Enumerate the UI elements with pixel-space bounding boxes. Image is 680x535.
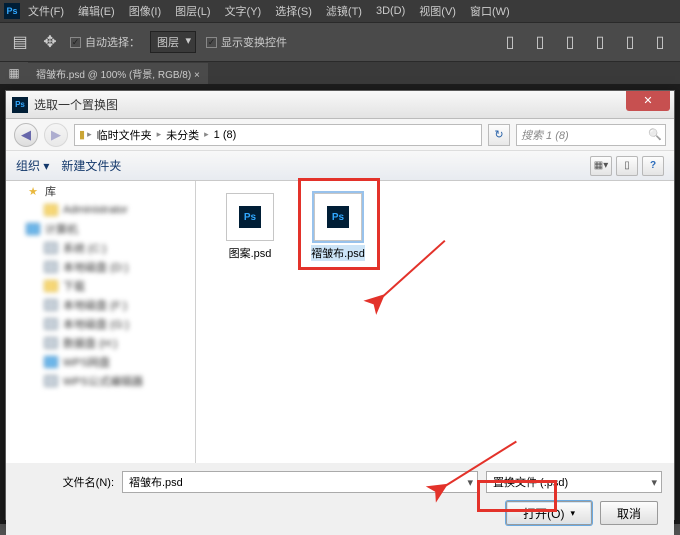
distribute-icon[interactable]: ▯ (650, 32, 670, 52)
drive-icon (44, 318, 58, 330)
psd-icon: Ps (327, 206, 349, 228)
drive-icon (44, 261, 58, 273)
chevron-right-icon: ▸ (87, 129, 92, 140)
dialog-main: ★库 Administrator 计算机 系统 (C:) 本地磁盘 (D:) 下… (6, 181, 674, 463)
cloud-icon (44, 356, 58, 368)
menu-select[interactable]: 选择(S) (269, 3, 318, 19)
new-folder-button[interactable]: 新建文件夹 (61, 157, 121, 174)
menu-3d[interactable]: 3D(D) (370, 5, 411, 17)
document-tab[interactable]: 褶皱布.psd @ 100% (背景, RGB/8) × (28, 63, 208, 84)
dialog-title: 选取一个置换图 (34, 96, 626, 113)
sidebar: ★库 Administrator 计算机 系统 (C:) 本地磁盘 (D:) 下… (6, 181, 196, 463)
filetype-select[interactable]: 置换文件 (.psd) (486, 471, 662, 493)
align-icon[interactable]: ▯ (560, 32, 580, 52)
menu-filter[interactable]: 滤镜(T) (320, 3, 368, 19)
dialog-titlebar: Ps 选取一个置换图 ✕ (6, 91, 674, 119)
file-thumb: Ps (226, 193, 274, 241)
tab-title: 褶皱布.psd @ 100% (背景, RGB/8) × (36, 66, 200, 81)
dialog-footer: 文件名(N): 褶皱布.psd 置换文件 (.psd) 打开(O)▾ 取消 (6, 463, 674, 535)
ps-document-tabs: 褶皱布.psd @ 100% (背景, RGB/8) × (0, 62, 680, 84)
drive-icon (44, 375, 58, 387)
ps-toolbar: ▤ ✥ 自动选择： 图层 显示变换控件 ▯ ▯ ▯ ▯ ▯ ▯ (0, 22, 680, 62)
file-name: 褶皱布.psd (311, 245, 365, 261)
folder-icon (44, 280, 58, 292)
menu-type[interactable]: 文字(Y) (219, 3, 268, 19)
sidebar-item[interactable]: 本地磁盘 (D:) (6, 257, 195, 276)
drive-icon (44, 337, 58, 349)
sidebar-item[interactable]: 计算机 (6, 219, 195, 238)
auto-select-label: 自动选择： (85, 34, 140, 50)
dialog-close-button[interactable]: ✕ (626, 91, 670, 111)
sidebar-item[interactable]: 本地磁盘 (F:) (6, 295, 195, 314)
align-icon[interactable]: ▯ (530, 32, 550, 52)
library-icon: ★ (26, 185, 40, 197)
organize-menu[interactable]: 组织 ▾ (16, 157, 49, 174)
distribute-icon[interactable]: ▯ (590, 32, 610, 52)
sidebar-item[interactable]: 本地磁盘 (G:) (6, 314, 195, 333)
menu-layer[interactable]: 图层(L) (169, 3, 216, 19)
show-transform-checkbox[interactable] (206, 37, 217, 48)
app-menu-icon[interactable]: ▤ (10, 32, 30, 52)
breadcrumb[interactable]: ▮ ▸ 临时文件夹 ▸ 未分类 ▸ 1 (8) (74, 124, 482, 146)
computer-icon (26, 223, 40, 235)
sidebar-item[interactable]: 数据盘 (H:) (6, 333, 195, 352)
sidebar-item[interactable]: WPS公式编辑器 (6, 371, 195, 390)
search-input[interactable]: 搜索 1 (8) (516, 124, 666, 146)
help-button[interactable]: ? (642, 156, 664, 176)
refresh-button[interactable]: ↻ (488, 124, 510, 146)
psd-icon: Ps (239, 206, 261, 228)
crumb[interactable]: 1 (8) (211, 129, 240, 141)
tool-icon[interactable]: ▦ (8, 66, 19, 80)
show-transform-checkbox-wrap[interactable]: 显示变换控件 (206, 34, 287, 50)
sidebar-item[interactable]: 系统 (C:) (6, 238, 195, 257)
sidebar-item[interactable]: Administrator (6, 200, 195, 219)
sidebar-item[interactable]: 下载 (6, 276, 195, 295)
move-tool-icon[interactable]: ✥ (40, 32, 60, 52)
distribute-icon[interactable]: ▯ (620, 32, 640, 52)
open-button[interactable]: 打开(O)▾ (506, 501, 592, 525)
menu-view[interactable]: 视图(V) (413, 3, 462, 19)
auto-select-checkbox[interactable] (70, 37, 81, 48)
auto-select-checkbox-wrap[interactable]: 自动选择： (70, 34, 140, 50)
menu-window[interactable]: 窗口(W) (464, 3, 516, 19)
cancel-button[interactable]: 取消 (600, 501, 658, 525)
nav-forward-button[interactable]: ▶ (44, 123, 68, 147)
preview-pane-button[interactable]: ▯ (616, 156, 638, 176)
show-transform-label: 显示变换控件 (221, 34, 287, 50)
dialog-nav: ◀ ▶ ▮ ▸ 临时文件夹 ▸ 未分类 ▸ 1 (8) ↻ 搜索 1 (8) (6, 119, 674, 151)
drive-icon (44, 242, 58, 254)
folder-icon: ▮ (79, 128, 85, 141)
drive-icon (44, 299, 58, 311)
file-open-dialog: Ps 选取一个置换图 ✕ ◀ ▶ ▮ ▸ 临时文件夹 ▸ 未分类 ▸ 1 (8)… (5, 90, 675, 520)
sidebar-item[interactable]: ★库 (6, 181, 195, 200)
view-mode-button[interactable]: ▦▾ (590, 156, 612, 176)
ps-menubar: Ps 文件(F) 编辑(E) 图像(I) 图层(L) 文字(Y) 选择(S) 滤… (0, 0, 680, 22)
layer-select[interactable]: 图层 (150, 31, 196, 53)
file-item-selected[interactable]: Ps 褶皱布.psd (304, 193, 372, 261)
nav-back-button[interactable]: ◀ (14, 123, 38, 147)
file-name: 图案.psd (229, 245, 272, 261)
crumb[interactable]: 临时文件夹 (94, 127, 155, 143)
photoshop-logo-icon: Ps (4, 3, 20, 19)
file-thumb: Ps (314, 193, 362, 241)
file-pane[interactable]: Ps 图案.psd Ps 褶皱布.psd (196, 181, 674, 463)
file-item[interactable]: Ps 图案.psd (216, 193, 284, 261)
dialog-toolbar: 组织 ▾ 新建文件夹 ▦▾ ▯ ? (6, 151, 674, 181)
menu-file[interactable]: 文件(F) (22, 3, 70, 19)
dialog-ps-icon: Ps (12, 97, 28, 113)
menu-edit[interactable]: 编辑(E) (72, 3, 121, 19)
sidebar-item[interactable]: WPS网盘 (6, 352, 195, 371)
chevron-right-icon: ▸ (157, 129, 162, 140)
menu-image[interactable]: 图像(I) (123, 3, 167, 19)
align-icon[interactable]: ▯ (500, 32, 520, 52)
filename-label: 文件名(N): (18, 474, 114, 490)
crumb[interactable]: 未分类 (163, 127, 202, 143)
chevron-right-icon: ▸ (204, 129, 209, 140)
folder-icon (44, 204, 58, 216)
